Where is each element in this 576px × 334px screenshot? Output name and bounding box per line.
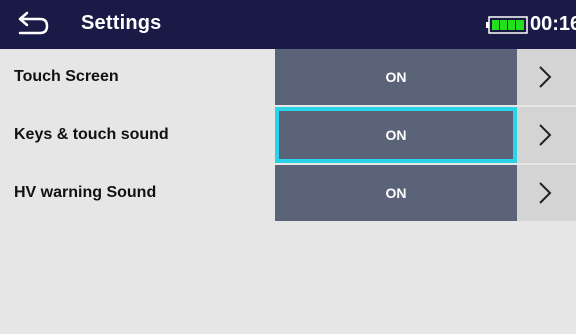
title-bar: Settings 00:16	[0, 0, 576, 49]
battery-full-icon	[486, 16, 528, 34]
setting-value-field[interactable]: ON	[275, 107, 517, 163]
setting-label: HV warning Sound	[14, 184, 157, 201]
setting-row-touch-screen[interactable]: Touch Screen ON	[0, 49, 576, 105]
setting-label: Touch Screen	[14, 68, 119, 85]
setting-next-button[interactable]	[517, 49, 576, 105]
setting-label: Keys & touch sound	[14, 126, 169, 143]
setting-next-button[interactable]	[517, 107, 576, 163]
back-arrow-icon[interactable]	[16, 8, 52, 38]
setting-value-field[interactable]: ON	[275, 49, 517, 105]
clock-time: 00:16	[530, 13, 576, 35]
setting-row-keys-touch-sound[interactable]: Keys & touch sound ON	[0, 107, 576, 163]
setting-next-button[interactable]	[517, 165, 576, 221]
chevron-right-icon	[539, 66, 552, 88]
setting-row-hv-warning-sound[interactable]: HV warning Sound ON	[0, 165, 576, 221]
settings-screen: Settings 00:16 Touch Screen ON Keys & to…	[0, 0, 576, 334]
page-title: Settings	[81, 12, 162, 34]
chevron-right-icon	[539, 124, 552, 146]
setting-value-field[interactable]: ON	[275, 165, 517, 221]
chevron-right-icon	[539, 182, 552, 204]
